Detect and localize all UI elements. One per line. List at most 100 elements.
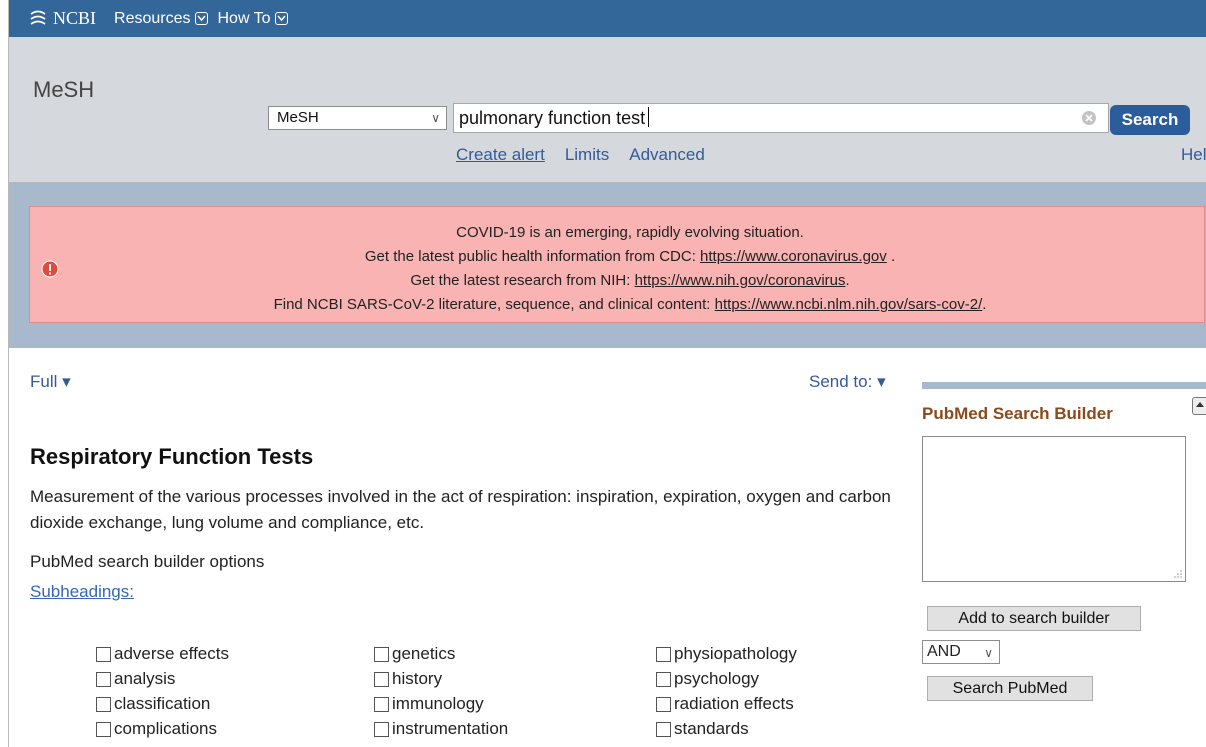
announcement-area: COVID-19 is an emerging, rapidly evolvin… (9, 183, 1206, 348)
cdc-link[interactable]: https://www.coronavirus.gov (700, 248, 887, 265)
subheading-label: genetics (392, 644, 456, 663)
subheading-checkbox-immunology[interactable]: immunology (374, 694, 484, 714)
subheading-label: adverse effects (114, 644, 229, 663)
menu-resources-label: Resources (114, 9, 191, 27)
subheading-label: instrumentation (392, 719, 509, 738)
alert-text: COVID-19 is an emerging, rapidly evolvin… (130, 221, 1130, 317)
subheading-label: history (392, 669, 443, 688)
checkbox[interactable] (656, 721, 671, 737)
window-left-edge (0, 0, 9, 747)
chevron-down-icon (274, 12, 288, 25)
database-select-value: MeSH (277, 109, 319, 126)
subheadings-link[interactable]: Subheadings: (30, 582, 134, 602)
send-to-menu[interactable]: Send to: ▾ (809, 372, 886, 392)
ncbi-logo[interactable]: NCBI (29, 8, 96, 29)
checkbox[interactable] (96, 671, 111, 687)
chevron-down-icon: ∨ (431, 111, 440, 125)
subheading-checkbox-classification[interactable]: classification (96, 694, 210, 714)
subheading-label: physiopathology (674, 644, 797, 663)
chevron-down-icon (194, 12, 208, 25)
subheading-checkbox-radiation-effects[interactable]: radiation effects (656, 694, 794, 714)
search-input[interactable]: pulmonary function test (453, 103, 1109, 133)
checkbox[interactable] (374, 696, 389, 712)
alert-line-3: Get the latest research from NIH: https:… (130, 269, 1130, 293)
checkbox[interactable] (96, 721, 111, 737)
subheading-checkbox-physiopathology[interactable]: physiopathology (656, 644, 797, 664)
ncbi-logo-icon (30, 10, 46, 25)
search-bar: MeSH MeSH ∨ pulmonary function test Sear… (9, 37, 1206, 183)
subheading-checkbox-history[interactable]: history (374, 669, 442, 689)
alert-line-1: COVID-19 is an emerging, rapidly evolvin… (456, 224, 804, 241)
menu-how-to-label: How To (217, 9, 271, 27)
advanced-link[interactable]: Advanced (629, 145, 705, 165)
display-format-label: Full (30, 372, 58, 391)
nih-link[interactable]: https://www.nih.gov/coronavirus (635, 272, 846, 289)
display-format-menu[interactable]: Full ▾ (30, 372, 71, 392)
checkbox[interactable] (374, 646, 389, 662)
menu-how-to[interactable]: How To (218, 10, 288, 28)
search-query: pulmonary function test (459, 108, 646, 128)
caret-down-icon: ▾ (62, 372, 71, 391)
alert-line-2-suffix: . (886, 248, 896, 265)
subheading-label: analysis (114, 669, 176, 688)
alert-line-2-text: Get the latest public health information… (364, 248, 701, 265)
builder-options-label: PubMed search builder options (30, 552, 265, 571)
boolean-operator-value: AND (927, 643, 961, 660)
scope-note: Measurement of the various processes inv… (30, 487, 891, 532)
panel-divider (922, 382, 1206, 389)
alert-line-3-text: Get the latest research from NIH: (410, 272, 635, 289)
search-builder-textarea[interactable] (922, 436, 1186, 582)
subheading-label: classification (114, 694, 211, 713)
subheading-label: immunology (392, 694, 484, 713)
covid-alert-box: COVID-19 is an emerging, rapidly evolvin… (29, 206, 1205, 323)
checkbox[interactable] (374, 671, 389, 687)
caret-down-icon: ▾ (877, 372, 886, 391)
alert-line-4-text: Find NCBI SARS-CoV-2 literature, sequenc… (273, 296, 715, 313)
checkbox[interactable] (96, 646, 111, 662)
chevron-down-icon: ∨ (984, 646, 993, 660)
alert-icon (41, 260, 59, 278)
page-title: Respiratory Function Tests (30, 444, 314, 469)
resize-handle-icon[interactable] (1174, 570, 1182, 578)
subheading-checkbox-genetics[interactable]: genetics (374, 644, 455, 664)
help-link[interactable]: Help (1181, 145, 1206, 165)
subheading-checkbox-complications[interactable]: complications (96, 719, 217, 739)
database-title: MeSH (33, 77, 95, 102)
clear-icon[interactable] (1082, 111, 1096, 125)
subheading-label: standards (674, 719, 749, 738)
subheading-checkbox-adverse-effects[interactable]: adverse effects (96, 644, 229, 664)
send-to-label: Send to: (809, 372, 873, 391)
subheading-checkbox-standards[interactable]: standards (656, 719, 749, 739)
create-alert-link[interactable]: Create alert (456, 145, 545, 165)
search-links: Create alert Limits Advanced (456, 145, 725, 165)
search-button[interactable]: Search (1110, 105, 1190, 135)
sars-cov-2-link[interactable]: https://www.ncbi.nlm.nih.gov/sars-cov-2/ (715, 296, 983, 313)
boolean-operator-select[interactable]: AND ∨ (922, 640, 1000, 664)
database-select[interactable]: MeSH ∨ (268, 106, 447, 130)
checkbox[interactable] (656, 696, 671, 712)
text-cursor (648, 107, 650, 127)
checkbox[interactable] (96, 696, 111, 712)
checkbox[interactable] (656, 646, 671, 662)
alert-line-3-suffix: . (845, 272, 850, 289)
ncbi-logo-text: NCBI (53, 8, 97, 28)
search-pubmed-button[interactable]: Search PubMed (927, 676, 1093, 701)
alert-line-4-suffix: . (982, 296, 987, 313)
subheading-label: radiation effects (674, 694, 794, 713)
checkbox[interactable] (656, 671, 671, 687)
checkbox[interactable] (374, 721, 389, 737)
limits-link[interactable]: Limits (565, 145, 609, 165)
search-builder-title: PubMed Search Builder (922, 404, 1113, 423)
subheading-checkbox-psychology[interactable]: psychology (656, 669, 759, 689)
ncbi-top-bar: NCBI Resources How To (9, 0, 1206, 37)
subheading-checkbox-instrumentation[interactable]: instrumentation (374, 719, 508, 739)
subheading-checkbox-analysis[interactable]: analysis (96, 669, 175, 689)
subheading-label: complications (114, 719, 217, 738)
alert-line-4: Find NCBI SARS-CoV-2 literature, sequenc… (130, 293, 1130, 317)
alert-line-2: Get the latest public health information… (130, 245, 1130, 269)
collapse-toggle-icon[interactable] (1192, 397, 1206, 415)
top-menu: Resources How To (114, 10, 298, 28)
subheading-label: psychology (674, 669, 760, 688)
add-to-search-builder-button[interactable]: Add to search builder (927, 606, 1141, 631)
menu-resources[interactable]: Resources (114, 9, 208, 28)
